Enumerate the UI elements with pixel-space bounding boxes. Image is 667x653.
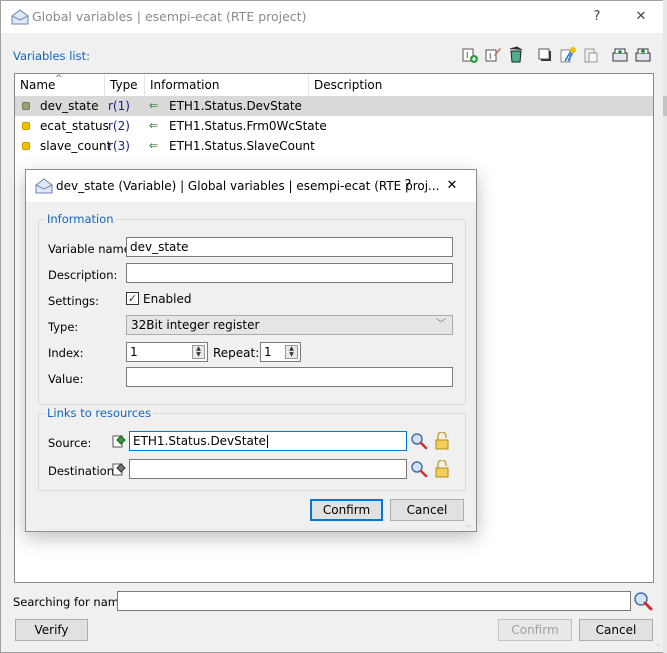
status-icon <box>22 122 30 130</box>
repeat-spinbox[interactable]: 1 ▲ ▼ <box>260 342 301 362</box>
variables-list-label: Variables list: <box>13 49 90 63</box>
column-header-information[interactable]: Information <box>145 74 309 96</box>
help-button[interactable]: ? <box>575 1 619 33</box>
links-group: Links to resources <box>38 406 466 491</box>
repeat-spin-arrows-icon[interactable]: ▲ ▼ <box>285 345 298 359</box>
export-icon[interactable] <box>634 46 652 64</box>
row-name: dev_state <box>40 99 99 113</box>
column-header-name[interactable]: Name ^ <box>15 74 105 96</box>
source-input[interactable]: ETH1.Status.DevState <box>129 431 407 451</box>
table-row[interactable]: slave_count r(3) ⇐ ETH1.Status.SlaveCoun… <box>15 136 653 156</box>
import-icon[interactable] <box>611 46 629 64</box>
source-label: Source: <box>48 436 92 450</box>
type-select-value: 32Bit integer register <box>131 318 260 332</box>
dialog-title-bar: dev_state (Variable) | Global variables … <box>26 170 476 202</box>
table-row[interactable]: ecat_status r(2) ⇐ ETH1.Status.Frm0WcSta… <box>15 116 653 136</box>
source-search-icon[interactable] <box>410 432 428 450</box>
index-spin-arrows-icon[interactable]: ▲ ▼ <box>192 345 205 359</box>
repeat-value: 1 <box>264 345 272 359</box>
dialog-close-button[interactable]: ✕ <box>432 170 472 202</box>
confirm-button[interactable]: Confirm <box>498 619 572 641</box>
index-spinbox[interactable]: 1 ▲ ▼ <box>126 342 208 362</box>
link-arrow-icon: ⇐ <box>149 119 159 132</box>
source-value: ETH1.Status.DevState <box>133 434 266 448</box>
enabled-checkbox[interactable]: ✓ <box>126 292 139 305</box>
variable-dialog: dev_state (Variable) | Global variables … <box>25 169 477 532</box>
value-input[interactable] <box>126 367 453 387</box>
scrollbar-thumb[interactable] <box>663 96 667 116</box>
copy-icon[interactable] <box>536 46 554 64</box>
status-icon <box>22 142 30 150</box>
variable-name-input[interactable]: dev_state <box>126 237 453 257</box>
row-type: r(3) <box>108 139 130 153</box>
description-label: Description: <box>48 268 118 282</box>
enabled-label: Enabled <box>143 292 192 306</box>
destination-label: Destination: <box>48 464 118 478</box>
links-group-title: Links to resources <box>45 406 154 420</box>
destination-search-icon[interactable] <box>410 460 428 478</box>
resize-grip[interactable]: ⠤ <box>656 641 661 648</box>
edit-variable-icon[interactable]: I <box>484 46 502 64</box>
source-unlock-icon[interactable] <box>434 432 450 450</box>
variable-name-label: Variable name: <box>48 242 135 256</box>
information-group-title: Information <box>45 212 116 226</box>
index-label: Index: <box>48 346 84 360</box>
dialog-resize-grip[interactable]: ⠤ <box>466 522 471 529</box>
dialog-cancel-button[interactable]: Cancel <box>390 499 464 521</box>
svg-text:I: I <box>489 52 491 61</box>
row-name: ecat_status <box>40 119 109 133</box>
chevron-down-icon: ﹀ <box>436 319 446 330</box>
link-arrow-icon: ⇐ <box>149 99 159 112</box>
source-link-icon <box>112 435 126 448</box>
type-select[interactable]: 32Bit integer register ﹀ <box>126 315 453 335</box>
app-icon <box>35 178 53 194</box>
app-icon <box>11 9 29 25</box>
add-variable-icon[interactable]: I <box>461 46 479 64</box>
search-input[interactable] <box>117 591 631 611</box>
column-header-type[interactable]: Type <box>105 74 145 96</box>
column-header-description[interactable]: Description <box>309 74 653 96</box>
paste-icon[interactable] <box>582 46 600 64</box>
destination-unlock-icon[interactable] <box>434 460 450 478</box>
verify-button[interactable]: Verify <box>15 619 88 641</box>
settings-label: Settings: <box>48 294 100 308</box>
window-title: Global variables | esempi-ecat (RTE proj… <box>32 9 307 24</box>
column-name-label: Name <box>20 78 56 92</box>
close-button[interactable]: ✕ <box>619 1 663 33</box>
sort-ascending-icon: ^ <box>55 74 63 84</box>
dialog-title: dev_state (Variable) | Global variables … <box>56 179 440 193</box>
row-information: ETH1.Status.Frm0WcState <box>169 119 327 133</box>
delete-icon[interactable] <box>507 46 525 64</box>
dialog-help-button[interactable]: ? <box>388 170 428 202</box>
title-bar: Global variables | esempi-ecat (RTE proj… <box>1 1 664 33</box>
search-icon[interactable] <box>633 591 653 611</box>
row-type: r(1) <box>108 99 130 113</box>
search-label: Searching for name: <box>13 595 130 609</box>
row-type: r(2) <box>108 119 130 133</box>
value-label: Value: <box>48 372 84 386</box>
status-icon <box>22 102 30 110</box>
type-label: Type: <box>48 320 79 334</box>
repeat-label: Repeat: <box>213 346 260 360</box>
text-caret <box>266 435 268 448</box>
table-row[interactable]: dev_state r(1) ⇐ ETH1.Status.DevState <box>15 96 653 116</box>
cut-icon[interactable] <box>559 46 577 64</box>
table-header: Name ^ Type Information Description <box>15 74 653 96</box>
row-information: ETH1.Status.SlaveCount <box>169 139 315 153</box>
destination-input[interactable] <box>129 459 407 479</box>
description-input[interactable] <box>126 263 453 283</box>
dialog-confirm-button[interactable]: Confirm <box>310 499 383 521</box>
row-information: ETH1.Status.DevState <box>169 99 302 113</box>
link-arrow-icon: ⇐ <box>149 139 159 152</box>
cancel-button[interactable]: Cancel <box>579 619 653 641</box>
destination-link-icon <box>112 463 126 476</box>
svg-text:I: I <box>466 51 468 60</box>
index-value: 1 <box>130 345 138 359</box>
row-name: slave_count <box>40 139 112 153</box>
